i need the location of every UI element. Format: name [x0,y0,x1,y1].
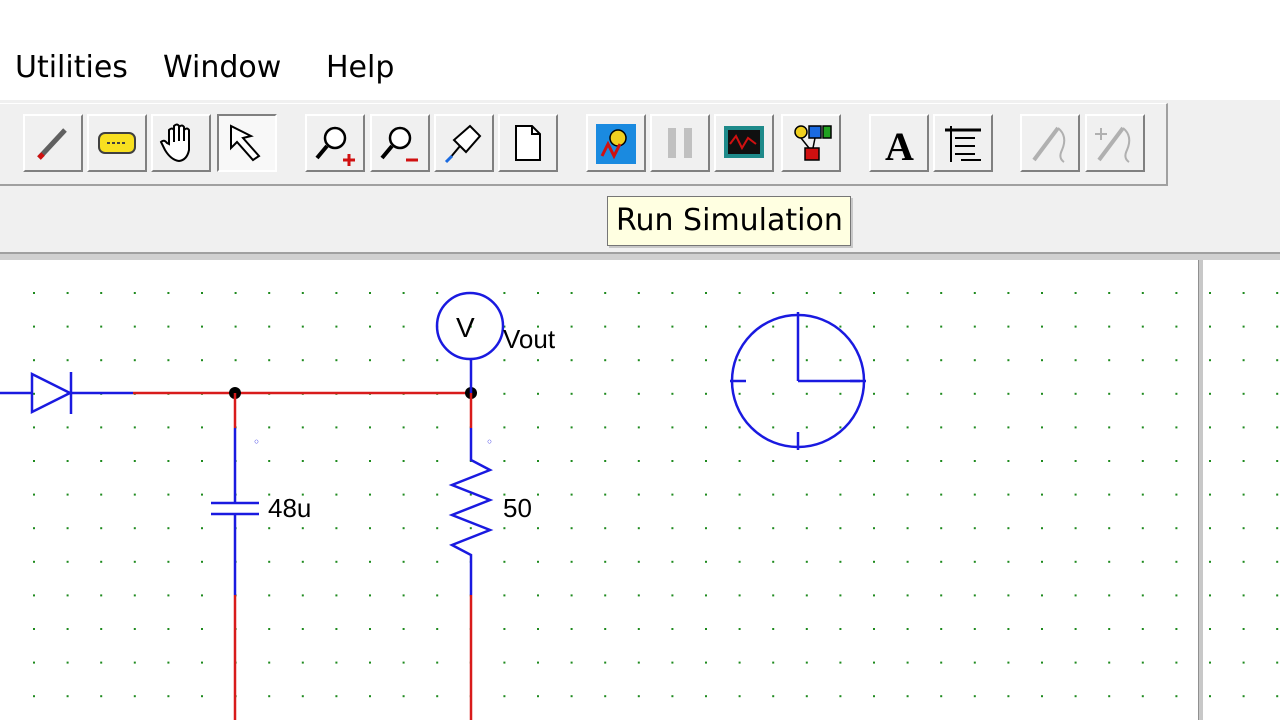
disabled-tool-1-button[interactable] [1020,114,1080,172]
pan-tool-button[interactable] [151,114,211,172]
oscilloscope-icon [724,126,764,158]
arrow-pointer-icon [230,124,261,162]
run-simulation-icon [596,124,636,164]
toolbar: A [0,103,1168,186]
probe-icon [444,124,482,164]
select-tool-button[interactable] [217,114,277,172]
run-simulation-button[interactable] [586,114,646,172]
canvas-right-border [1198,260,1203,720]
run-simulation-tooltip: Run Simulation [607,196,851,246]
voltmeter-label: Vout [503,324,556,354]
menu-help[interactable]: Help [326,50,394,85]
list-icon [945,126,981,162]
page-icon [515,125,541,161]
resistor-value: 50 [503,493,532,523]
capacitor-value: 48u [268,493,311,523]
component-icon [98,132,136,154]
svg-text:◦: ◦ [486,435,493,449]
wire-tool-button[interactable] [23,114,83,172]
schematic-canvas[interactable]: ◦ 48u ◦ 50 V Vout [0,260,1280,720]
zoom-in-icon [315,126,355,166]
disabled-probe-icon [1032,126,1066,163]
diode[interactable] [0,371,133,415]
zoom-out-icon [380,126,418,162]
menu-window[interactable]: Window [163,50,281,85]
schematic-drawing: ◦ 48u ◦ 50 V Vout [0,291,1279,720]
zoom-out-button[interactable] [370,114,430,172]
disabled-tool-2-button[interactable] [1085,114,1145,172]
scope-button[interactable] [714,114,774,172]
hand-icon [159,123,190,163]
capacitor[interactable]: ◦ [211,393,260,720]
new-page-button[interactable] [498,114,558,172]
probe-button[interactable] [434,114,494,172]
menu-utilities[interactable]: Utilities [15,50,128,85]
list-button[interactable] [933,114,993,172]
pause-button[interactable] [650,114,710,172]
zoom-in-button[interactable] [305,114,365,172]
pencil-icon [37,128,67,160]
voltmeter-symbol: V [456,312,475,343]
text-button[interactable]: A [869,114,929,172]
clock-component[interactable] [730,312,866,450]
grid-dots [33,292,1279,698]
block-diagram-button[interactable] [781,114,841,172]
resistor[interactable]: ◦ [448,393,494,720]
text-a-icon: A [885,124,914,169]
menu-bar: Utilities Window Help [0,0,1280,100]
component-tool-button[interactable] [87,114,147,172]
svg-text:◦: ◦ [253,435,260,449]
svg-text:A: A [885,124,914,169]
voltmeter[interactable] [435,291,505,393]
disabled-add-probe-icon [1095,126,1131,163]
blocks-icon [794,125,832,161]
pause-icon [668,128,692,158]
